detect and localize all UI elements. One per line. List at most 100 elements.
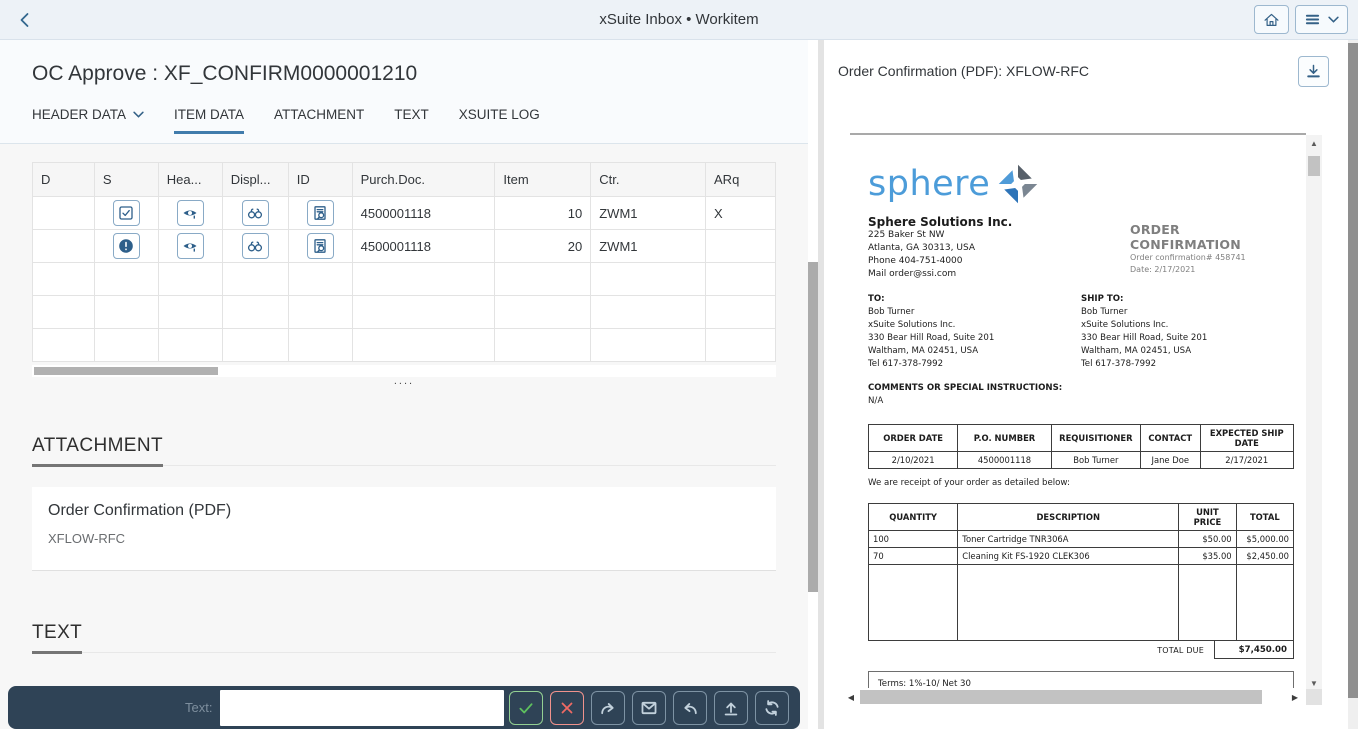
cell-arq: X xyxy=(705,196,776,230)
pinwheel-logo-icon xyxy=(999,164,1038,204)
tab-xsuite-log[interactable]: XSUITE LOG xyxy=(459,107,540,134)
pdf-viewer-panel: Order Confirmation (PDF): XFLOW-RFC sphe… xyxy=(824,40,1348,729)
pdf-vertical-scrollbar: ▲ ▼ xyxy=(1306,135,1322,692)
doc-date: Date: 2/17/2021 xyxy=(1130,265,1196,274)
column-header-item[interactable]: Item xyxy=(494,162,592,197)
order-confirmation-header: ORDER CONFIRMATION Order confirmation# 4… xyxy=(1130,222,1280,276)
document-search-button[interactable] xyxy=(306,200,334,226)
header-display-button[interactable] xyxy=(176,233,204,259)
status-checked-button[interactable] xyxy=(112,200,140,226)
table-row: 4500001118 10 ZWM1 X xyxy=(32,196,776,230)
line-item-row-empty xyxy=(867,564,1295,642)
vendor-logo: sphere xyxy=(868,162,1294,206)
column-header-displ[interactable]: Displ... xyxy=(221,162,289,197)
tab-attachment[interactable]: ATTACHMENT xyxy=(274,107,364,134)
receipt-note: We are receipt of your order as detailed… xyxy=(868,478,1070,489)
column-header-id[interactable]: ID xyxy=(287,162,353,197)
forward-button[interactable] xyxy=(591,690,626,725)
status-alert-button[interactable] xyxy=(112,233,140,259)
refresh-arrows-icon xyxy=(765,699,779,716)
page-title: OC Approve : XF_CONFIRM0000001210 xyxy=(32,62,418,85)
cell-status xyxy=(93,229,159,263)
menu-button[interactable] xyxy=(1295,5,1348,34)
table-header-row: D S Hea... Displ... ID Purch.Doc. Item C… xyxy=(32,162,776,197)
header-display-button[interactable] xyxy=(176,200,204,226)
forward-arrow-icon xyxy=(601,702,615,714)
binoculars-icon xyxy=(248,241,263,252)
scroll-left-arrow[interactable]: ◀ xyxy=(844,689,858,705)
text-section-header: TEXT xyxy=(32,622,776,654)
display-document-button[interactable] xyxy=(241,200,269,226)
tab-item-data[interactable]: ITEM DATA xyxy=(174,107,245,134)
left-panel-scrollbar-thumb[interactable] xyxy=(808,262,818,592)
tab-label: ITEM DATA xyxy=(174,107,245,122)
pdf-viewer-title: Order Confirmation (PDF): XFLOW-RFC xyxy=(838,63,1089,79)
eye-icon xyxy=(183,243,197,252)
upload-button[interactable] xyxy=(714,690,749,725)
total-due-label: TOTAL DUE xyxy=(1157,645,1204,655)
tab-label: XSUITE LOG xyxy=(458,107,540,122)
comments-value: N/A xyxy=(868,396,884,407)
to-label: TO: xyxy=(868,294,885,305)
tab-text[interactable]: TEXT xyxy=(394,107,429,134)
pdf-document: sphere ORDER CONFIRMATION Order confirma… xyxy=(850,135,1306,688)
alert-circle-icon xyxy=(119,239,134,253)
text-input[interactable] xyxy=(220,689,505,726)
column-header-d[interactable]: D xyxy=(32,162,95,197)
column-header-hea[interactable]: Hea... xyxy=(157,162,223,197)
scroll-right-arrow[interactable]: ▶ xyxy=(1288,689,1302,705)
left-panel-scrollbar xyxy=(808,40,818,729)
column-header-arq[interactable]: ARq xyxy=(705,162,776,197)
pdf-vscrollbar-thumb[interactable] xyxy=(1308,156,1320,176)
cell-id xyxy=(287,229,353,263)
tab-label: TEXT xyxy=(394,107,429,122)
pdf-horizontal-scrollbar: ◀ ▶ xyxy=(844,689,1322,705)
item-data-content: D S Hea... Displ... ID Purch.Doc. Item C… xyxy=(0,144,820,729)
document-search-button[interactable] xyxy=(306,233,334,259)
column-header-purchdoc[interactable]: Purch.Doc. xyxy=(351,162,496,197)
attachment-section-header: ATTACHMENT xyxy=(32,435,776,467)
cell-display xyxy=(221,229,289,263)
table-row-empty xyxy=(32,262,776,296)
checkmark-icon xyxy=(519,702,533,713)
table-resize-handle[interactable]: .... xyxy=(32,375,776,387)
cell-purch-doc: 4500001118 xyxy=(351,229,496,263)
shell-actions xyxy=(1254,5,1348,34)
tab-header-data[interactable]: HEADER DATA xyxy=(32,107,144,134)
refresh-button[interactable] xyxy=(755,690,790,725)
chevron-down-icon xyxy=(1328,16,1339,23)
download-button[interactable] xyxy=(1298,56,1329,87)
undo-arrow-icon xyxy=(684,702,698,714)
display-document-button[interactable] xyxy=(241,233,269,259)
line-items-table: QUANTITY DESCRIPTION UNIT PRICE TOTAL 10… xyxy=(867,503,1295,642)
cell-d xyxy=(32,229,95,263)
column-header-ctr[interactable]: Ctr. xyxy=(590,162,707,197)
table-row: 4500001118 20 ZWM1 xyxy=(32,229,776,263)
column-header-s[interactable]: S xyxy=(93,162,159,197)
pdf-hscrollbar-thumb[interactable] xyxy=(860,690,1262,704)
document-search-icon xyxy=(314,206,326,220)
line-item-row: 70 Cleaning Kit FS-1920 CLEK306 $35.00 $… xyxy=(867,547,1295,566)
total-due-value: $7,450.00 xyxy=(1214,641,1294,660)
decision-toolbar: Text: xyxy=(8,686,800,729)
page-scrollbar-thumb[interactable] xyxy=(1348,43,1358,698)
table-row-empty xyxy=(32,295,776,329)
cell-id xyxy=(287,196,353,230)
vendor-logo-text: sphere xyxy=(868,163,991,204)
mail-button[interactable] xyxy=(632,690,667,725)
cell-purch-doc: 4500001118 xyxy=(351,196,496,230)
cell-status xyxy=(93,196,159,230)
approve-button[interactable] xyxy=(509,690,544,725)
workitem-panel: OC Approve : XF_CONFIRM0000001210 HEADER… xyxy=(0,40,820,729)
home-button[interactable] xyxy=(1254,5,1289,34)
order-info-table: ORDER DATE P.O. NUMBER REQUISITIONER CON… xyxy=(867,424,1294,470)
table-scrollbar-thumb[interactable] xyxy=(34,367,218,375)
cell-header xyxy=(157,196,223,230)
tab-label: HEADER DATA xyxy=(32,107,127,122)
text-label: Text: xyxy=(185,700,213,715)
attachment-list-item[interactable]: Order Confirmation (PDF) XFLOW-RFC xyxy=(32,487,776,571)
undo-button[interactable] xyxy=(673,690,708,725)
cell-d xyxy=(32,196,95,230)
reject-button[interactable] xyxy=(550,690,585,725)
scroll-up-arrow[interactable]: ▲ xyxy=(1306,135,1322,152)
